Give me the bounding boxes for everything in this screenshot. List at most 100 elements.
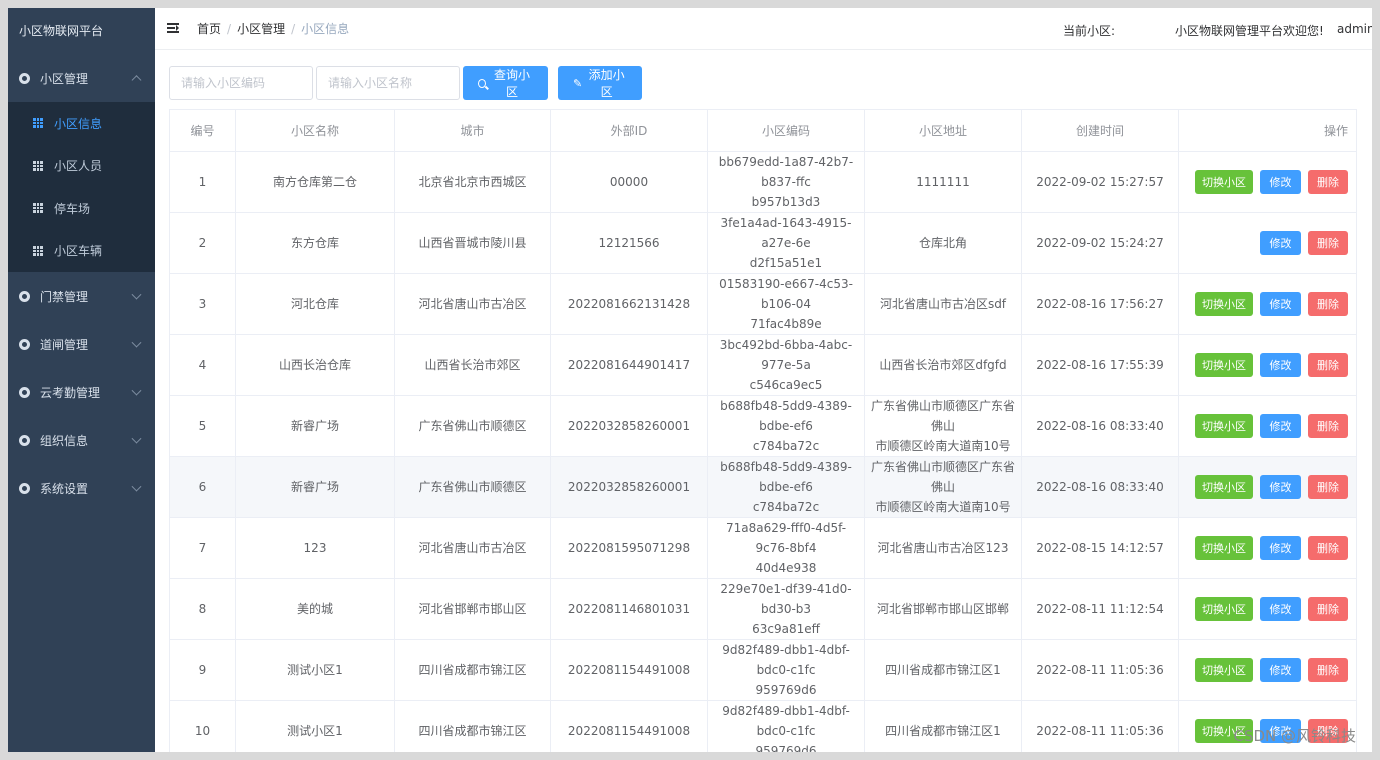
cell-actions: 切换小区 修改 删除: [1178, 395, 1357, 457]
delete-button[interactable]: 删除: [1308, 597, 1348, 621]
delete-button[interactable]: 删除: [1308, 231, 1348, 255]
edit-button[interactable]: 修改: [1260, 414, 1301, 438]
community-code-line1: 3bc492bd-6bba-4abc-977e-5a: [719, 338, 853, 372]
grid-icon: [33, 118, 43, 129]
edit-button[interactable]: 修改: [1260, 475, 1301, 499]
delete-button[interactable]: 删除: [1308, 719, 1348, 743]
community-code-line2: c546ca9ec5: [749, 378, 823, 392]
edit-button[interactable]: 修改: [1260, 292, 1301, 316]
cell-code: 3bc492bd-6bba-4abc-977e-5a c546ca9ec5: [707, 334, 865, 396]
breadcrumb-community-mgmt[interactable]: 小区管理: [237, 20, 285, 37]
delete-button[interactable]: 删除: [1308, 292, 1348, 316]
table-row[interactable]: 9 测试小区1 四川省成都市锦江区 2022081154491008 9d82f489-…: [169, 639, 1357, 701]
switch-community-button[interactable]: 切换小区: [1195, 658, 1253, 682]
gear-icon: [19, 290, 30, 302]
cell-actions: 修改 删除: [1178, 212, 1357, 274]
cell-external-id: 2022081146801031: [550, 578, 708, 640]
cell-address: 河北省唐山市古冶区123: [864, 517, 1022, 579]
hamburger-icon[interactable]: [167, 23, 179, 34]
cell-code: 9d82f489-dbb1-4dbf-bdc0-c1fc 959769d6: [707, 639, 865, 701]
delete-button[interactable]: 删除: [1308, 658, 1348, 682]
breadcrumb-home[interactable]: 首页: [197, 20, 221, 37]
cell-no: 10: [169, 700, 236, 752]
sidebar-item-0-3[interactable]: 小区车辆: [8, 230, 155, 273]
edit-button[interactable]: 修改: [1260, 597, 1301, 621]
table-row[interactable]: 2 东方仓库 山西省晋城市陵川县 12121566 3fe1a4ad-1643-4915…: [169, 212, 1357, 274]
address-line1: 广东省佛山市顺德区广东省佛山: [871, 399, 1016, 433]
sidebar-item-0-2[interactable]: 停车场: [8, 187, 155, 230]
city: 河北省邯郸市邯山区: [418, 602, 527, 616]
delete-button[interactable]: 删除: [1308, 475, 1348, 499]
sidebar-item-0-0[interactable]: 小区信息: [8, 102, 155, 145]
query-button[interactable]: 查询小区: [463, 66, 548, 100]
table-row[interactable]: 10 测试小区1 四川省成都市锦江区 2022081154491008 9d82f489…: [169, 700, 1357, 752]
table-row[interactable]: 6 新睿广场 广东省佛山市顺德区 2022032858260001 b688fb48-5…: [169, 456, 1357, 518]
edit-button[interactable]: 修改: [1260, 536, 1301, 560]
sidebar-item-0-1[interactable]: 小区人员: [8, 145, 155, 188]
cell-actions: 切换小区 修改 删除: [1178, 700, 1357, 752]
community-code-line1: 229e70e1-df39-41d0-bd30-b3: [720, 582, 852, 616]
grid-icon: [33, 245, 43, 256]
menu-group-0[interactable]: 小区管理: [8, 54, 155, 102]
cell-created: 2022-09-02 15:27:57: [1021, 151, 1179, 213]
community-table: 编号 小区名称 城市 外部ID 小区编码 小区地址 创建时间 操作 1 南方仓库第二仓 北京省北京…: [169, 109, 1357, 752]
menu-group-5[interactable]: 系统设置: [8, 464, 155, 512]
switch-community-button[interactable]: 切换小区: [1195, 292, 1253, 316]
edit-button[interactable]: 修改: [1260, 658, 1301, 682]
community-name: 东方仓库: [290, 236, 339, 250]
external-id: 2022081146801031: [567, 602, 691, 616]
switch-community-button[interactable]: 切换小区: [1195, 353, 1253, 377]
edit-button[interactable]: 修改: [1260, 719, 1301, 743]
community-code-input[interactable]: [169, 66, 313, 100]
table-row[interactable]: 8 美的城 河北省邯郸市邯山区 2022081146801031 229e70e1-df…: [169, 578, 1357, 640]
created-time: 2022-08-11 11:05:36: [1036, 663, 1164, 677]
table-row[interactable]: 1 南方仓库第二仓 北京省北京市西城区 00000 bb679edd-1a87-42b7…: [169, 151, 1357, 213]
delete-button[interactable]: 删除: [1308, 414, 1348, 438]
table-row[interactable]: 3 河北仓库 河北省唐山市古冶区 2022081662131428 01583190-e…: [169, 273, 1357, 335]
edit-button[interactable]: 修改: [1260, 353, 1301, 377]
edit-button[interactable]: 修改: [1260, 231, 1301, 255]
switch-community-button[interactable]: 切换小区: [1195, 536, 1253, 560]
created-time: 2022-09-02 15:27:57: [1036, 175, 1164, 189]
cell-actions: 切换小区 修改 删除: [1178, 639, 1357, 701]
delete-button[interactable]: 删除: [1308, 170, 1348, 194]
cell-no: 3: [169, 273, 236, 335]
switch-community-button[interactable]: 切换小区: [1195, 719, 1253, 743]
cell-address: 山西省长治市郊区dfgfd: [864, 334, 1022, 396]
community-name: 美的城: [296, 602, 333, 616]
table-body: 1 南方仓库第二仓 北京省北京市西城区 00000 bb679edd-1a87-42b7…: [169, 151, 1357, 752]
delete-button[interactable]: 删除: [1308, 353, 1348, 377]
cell-address: 河北省唐山市古冶区sdf: [864, 273, 1022, 335]
cell-created: 2022-08-16 17:56:27: [1021, 273, 1179, 335]
switch-community-button[interactable]: 切换小区: [1195, 414, 1253, 438]
city: 四川省成都市锦江区: [418, 724, 527, 738]
cell-no: 2: [169, 212, 236, 274]
menu-group-2[interactable]: 道闸管理: [8, 320, 155, 368]
delete-button[interactable]: 删除: [1308, 536, 1348, 560]
switch-community-button[interactable]: 切换小区: [1195, 170, 1253, 194]
user-dropdown[interactable]: admin: [1337, 22, 1372, 36]
add-community-button[interactable]: ✎ 添加小区: [558, 66, 642, 100]
address-line1: 河北省唐山市古冶区sdf: [879, 297, 1007, 311]
cell-code: 229e70e1-df39-41d0-bd30-b3 63c9a81eff: [707, 578, 865, 640]
table-row[interactable]: 7 123 河北省唐山市古冶区 2022081595071298 71a8a629-ff…: [169, 517, 1357, 579]
switch-community-button[interactable]: 切换小区: [1195, 475, 1253, 499]
cell-no: 4: [169, 334, 236, 396]
menu-group-4[interactable]: 组织信息: [8, 416, 155, 464]
switch-community-button[interactable]: 切换小区: [1195, 597, 1253, 621]
cell-address: 1111111: [864, 151, 1022, 213]
menu-group-1[interactable]: 门禁管理: [8, 272, 155, 320]
external-id: 12121566: [598, 236, 660, 250]
menu-group-3[interactable]: 云考勤管理: [8, 368, 155, 416]
chevron-down-icon: [131, 337, 142, 348]
community-name-input[interactable]: [316, 66, 460, 100]
column-header: 小区编码: [707, 109, 865, 152]
cell-code: 3fe1a4ad-1643-4915-a27e-6e d2f15a51e1: [707, 212, 865, 274]
edit-button[interactable]: 修改: [1260, 170, 1301, 194]
city: 山西省晋城市陵川县: [418, 236, 527, 250]
cell-external-id: 2022032858260001: [550, 456, 708, 518]
table-row[interactable]: 4 山西长治仓库 山西省长治市郊区 2022081644901417 3bc492bd-…: [169, 334, 1357, 396]
cell-created: 2022-08-16 08:33:40: [1021, 456, 1179, 518]
created-time: 2022-08-16 08:33:40: [1036, 419, 1164, 433]
table-row[interactable]: 5 新睿广场 广东省佛山市顺德区 2022032858260001 b688fb48-5…: [169, 395, 1357, 457]
